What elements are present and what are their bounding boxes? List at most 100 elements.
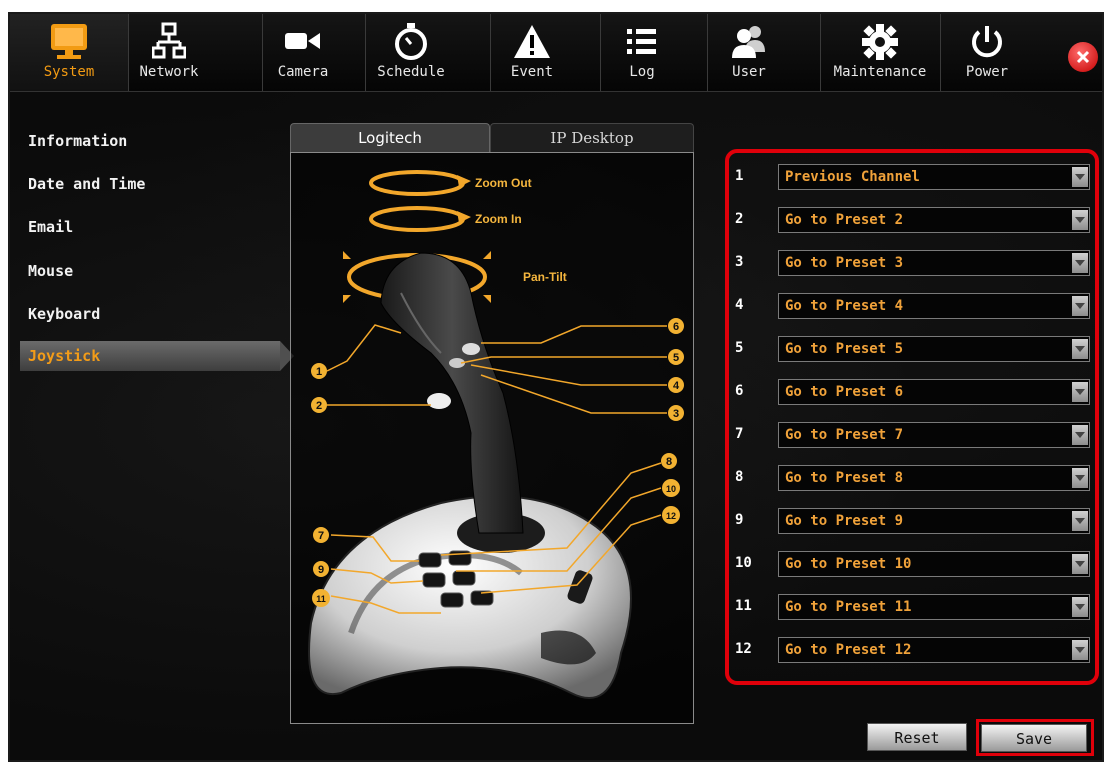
tab-label: Camera bbox=[277, 64, 329, 80]
users-icon bbox=[729, 22, 769, 62]
mapping-select-4[interactable]: Go to Preset 4 bbox=[778, 293, 1090, 319]
sidebar-item-information[interactable]: Information bbox=[20, 126, 260, 156]
stopwatch-icon bbox=[393, 22, 429, 62]
mapping-row-number: 8 bbox=[735, 469, 744, 485]
mapping-row-number: 3 bbox=[735, 254, 744, 270]
badge-7: 7 bbox=[318, 530, 324, 542]
select-value: Go to Preset 10 bbox=[785, 556, 912, 572]
pan-tilt-label: Pan-Tilt bbox=[523, 270, 567, 284]
top-toolbar: System Network Camera Schedule Event Log… bbox=[10, 14, 1102, 92]
mapping-select-10[interactable]: Go to Preset 10 bbox=[778, 551, 1090, 577]
zoom-in-arrow bbox=[369, 206, 471, 232]
sidebar-item-label: Mouse bbox=[28, 262, 74, 280]
tab-power[interactable]: Power bbox=[940, 14, 1033, 91]
tab-label: Log bbox=[629, 64, 655, 80]
joystick-model-tabs: Logitech IP Desktop bbox=[290, 123, 694, 153]
tab-user[interactable]: User bbox=[707, 14, 790, 91]
chevron-down-icon bbox=[1072, 425, 1088, 445]
mapping-row-number: 7 bbox=[735, 426, 744, 442]
chevron-down-icon bbox=[1072, 382, 1088, 402]
select-value: Go to Preset 6 bbox=[785, 384, 904, 400]
sidebar-item-label: Keyboard bbox=[28, 305, 101, 323]
select-value: Go to Preset 12 bbox=[785, 642, 912, 658]
sidebar-item-email[interactable]: Email bbox=[20, 212, 260, 242]
mapping-select-8[interactable]: Go to Preset 8 bbox=[778, 465, 1090, 491]
app-window: System Network Camera Schedule Event Log… bbox=[8, 12, 1104, 762]
list-icon bbox=[625, 22, 659, 62]
close-icon[interactable] bbox=[1068, 42, 1098, 72]
mapping-select-11[interactable]: Go to Preset 11 bbox=[778, 594, 1090, 620]
tab-event[interactable]: Event bbox=[490, 14, 573, 91]
badge-12: 12 bbox=[666, 511, 676, 521]
chevron-down-icon bbox=[1072, 640, 1088, 660]
tab-maintenance[interactable]: Maintenance bbox=[820, 14, 939, 91]
badge-2: 2 bbox=[316, 400, 322, 412]
tab-schedule[interactable]: Schedule bbox=[365, 14, 456, 91]
sidebar-item-joystick[interactable]: Joystick bbox=[20, 341, 294, 371]
gear-icon bbox=[860, 22, 900, 62]
network-icon bbox=[152, 22, 186, 62]
mapping-row-number: 10 bbox=[735, 555, 752, 571]
select-value: Go to Preset 9 bbox=[785, 513, 904, 529]
chevron-down-icon bbox=[1072, 296, 1088, 316]
mapping-select-2[interactable]: Go to Preset 2 bbox=[778, 207, 1090, 233]
select-value: Go to Preset 8 bbox=[785, 470, 904, 486]
tab-label: Event bbox=[510, 64, 554, 80]
tab-log[interactable]: Log bbox=[600, 14, 683, 91]
badge-10: 10 bbox=[666, 484, 676, 494]
sidebar-item-mouse[interactable]: Mouse bbox=[20, 256, 260, 286]
mapping-select-12[interactable]: Go to Preset 12 bbox=[778, 637, 1090, 663]
select-value: Go to Preset 7 bbox=[785, 427, 904, 443]
sidebar-item-label: Email bbox=[28, 218, 74, 236]
mapping-select-6[interactable]: Go to Preset 6 bbox=[778, 379, 1090, 405]
mapping-row-number: 12 bbox=[735, 641, 752, 657]
select-value: Go to Preset 5 bbox=[785, 341, 904, 357]
zoom-out-arrow bbox=[369, 170, 471, 196]
save-button[interactable]: Save bbox=[981, 724, 1087, 752]
chevron-down-icon bbox=[1072, 597, 1088, 617]
tab-label: Network bbox=[139, 64, 199, 80]
chevron-down-icon bbox=[1072, 167, 1088, 187]
power-icon bbox=[969, 22, 1005, 62]
mapping-select-5[interactable]: Go to Preset 5 bbox=[778, 336, 1090, 362]
tab-system[interactable]: System bbox=[10, 14, 128, 91]
joystick-diagram: Zoom Out Zoom In Pan-Tilt 1 2 3 4 5 6 7 … bbox=[308, 170, 684, 699]
zoom-in-label: Zoom In bbox=[475, 212, 522, 226]
sidebar-item-label: Date and Time bbox=[28, 175, 146, 193]
badge-3: 3 bbox=[673, 408, 679, 420]
mapping-row-number: 2 bbox=[735, 211, 744, 227]
tab-label: Maintenance bbox=[833, 64, 927, 80]
select-value: Previous Channel bbox=[785, 169, 920, 185]
badge-9: 9 bbox=[318, 564, 324, 576]
select-value: Go to Preset 11 bbox=[785, 599, 912, 615]
badge-5: 5 bbox=[673, 352, 679, 364]
reset-button[interactable]: Reset bbox=[867, 723, 967, 751]
select-value: Go to Preset 4 bbox=[785, 298, 904, 314]
tab-camera[interactable]: Camera bbox=[262, 14, 343, 91]
mapping-select-3[interactable]: Go to Preset 3 bbox=[778, 250, 1090, 276]
tab-network[interactable]: Network bbox=[128, 14, 209, 91]
mapping-select-9[interactable]: Go to Preset 9 bbox=[778, 508, 1090, 534]
tab-ip-desktop[interactable]: IP Desktop bbox=[490, 123, 694, 153]
chevron-down-icon bbox=[1072, 339, 1088, 359]
mapping-row-number: 1 bbox=[735, 168, 744, 184]
sidebar-item-date-and-time[interactable]: Date and Time bbox=[20, 169, 260, 199]
chevron-down-icon bbox=[1072, 253, 1088, 273]
mapping-select-1[interactable]: Previous Channel bbox=[778, 164, 1090, 190]
mapping-select-7[interactable]: Go to Preset 7 bbox=[778, 422, 1090, 448]
monitor-icon bbox=[47, 22, 91, 62]
sidebar-item-label: Joystick bbox=[28, 347, 101, 365]
joystick-diagram-panel: Zoom Out Zoom In Pan-Tilt 1 2 3 4 5 6 7 … bbox=[290, 152, 694, 724]
badge-11: 11 bbox=[316, 594, 326, 604]
badge-8: 8 bbox=[666, 456, 672, 468]
tab-label: User bbox=[732, 64, 766, 80]
joystick-illustration bbox=[308, 252, 632, 699]
tab-logitech[interactable]: Logitech bbox=[290, 123, 490, 153]
tab-label: System bbox=[43, 64, 95, 80]
mapping-row-number: 4 bbox=[735, 297, 744, 313]
sidebar-item-keyboard[interactable]: Keyboard bbox=[20, 299, 260, 329]
chevron-down-icon bbox=[1072, 210, 1088, 230]
mapping-row-number: 9 bbox=[735, 512, 744, 528]
zoom-out-label: Zoom Out bbox=[475, 176, 532, 190]
sidebar-item-label: Information bbox=[28, 132, 128, 150]
